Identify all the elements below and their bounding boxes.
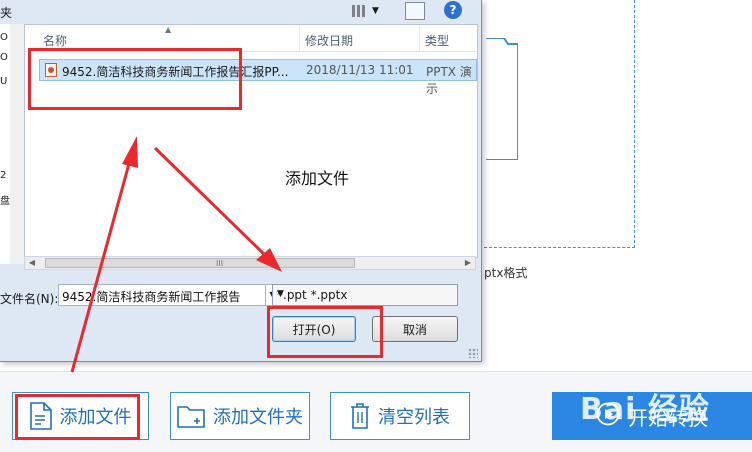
filename-input[interactable]: 9452.简洁科技商务新闻工作报告 (58, 284, 266, 306)
chevron-down-icon: ▼ (372, 6, 379, 16)
highlight-selected-file (28, 48, 242, 110)
add-folder-button[interactable]: 添加文件夹 (170, 392, 310, 440)
file-modified: 2018/11/13 11:01 (306, 63, 414, 77)
nav-fragment: O (0, 52, 8, 63)
clear-list-label: 清空列表 (378, 407, 450, 428)
clear-list-button[interactable]: 清空列表 (330, 392, 470, 440)
column-divider[interactable] (299, 25, 300, 51)
cancel-button[interactable]: 取消 (372, 316, 458, 342)
dialog-toolbar: 夹 ▼ ? (0, 0, 476, 24)
resize-grip[interactable] (468, 348, 478, 358)
view-grid-icon (352, 5, 366, 17)
chevron-down-icon: ▼ (277, 289, 284, 299)
add-file-hint: 添加文件 (285, 169, 350, 188)
nav-fragment: U (0, 76, 8, 87)
column-name[interactable]: 名称 (43, 32, 67, 49)
filename-label: 文件名(N): (0, 292, 59, 306)
highlight-open-button (267, 306, 383, 358)
help-button[interactable]: ? (444, 1, 462, 19)
column-modified[interactable]: 修改日期 (305, 32, 353, 49)
file-type: PPTX 演示 (426, 65, 472, 96)
horizontal-scrollbar[interactable]: ◀ III ▶ (24, 256, 476, 270)
watermark-url: jingyan.baidu.com (574, 422, 685, 436)
nav-fragment: 盘 (0, 196, 10, 207)
supported-format-hint: ptx格式 (484, 266, 528, 280)
folder-icon (486, 38, 518, 160)
column-divider[interactable] (419, 25, 420, 51)
scrollbar-thumb[interactable]: III (45, 258, 355, 268)
scroll-grip: III (216, 259, 224, 268)
nav-fragment: 2 (0, 170, 7, 181)
folder-label-fragment: 夹 (0, 6, 13, 20)
navigation-scrollbar[interactable] (10, 24, 25, 264)
folder-add-icon (177, 404, 205, 428)
nav-fragment: O (0, 32, 8, 43)
column-type[interactable]: 类型 (425, 32, 449, 49)
highlight-add-file-button (15, 394, 140, 440)
change-view-button[interactable]: ▼ (352, 1, 390, 21)
sort-ascending-icon: ▲ (165, 25, 172, 34)
trash-icon (350, 403, 370, 429)
filetype-select[interactable]: *.ppt *.pptx ▼ (272, 284, 458, 306)
add-folder-label: 添加文件夹 (213, 407, 303, 428)
preview-pane-button[interactable] (405, 2, 425, 20)
scroll-left-icon[interactable]: ◀ (25, 257, 39, 269)
baidu-watermark: Bai 经验 jingyan.baidu.com (572, 384, 752, 444)
scroll-right-icon[interactable]: ▶ (461, 257, 475, 269)
